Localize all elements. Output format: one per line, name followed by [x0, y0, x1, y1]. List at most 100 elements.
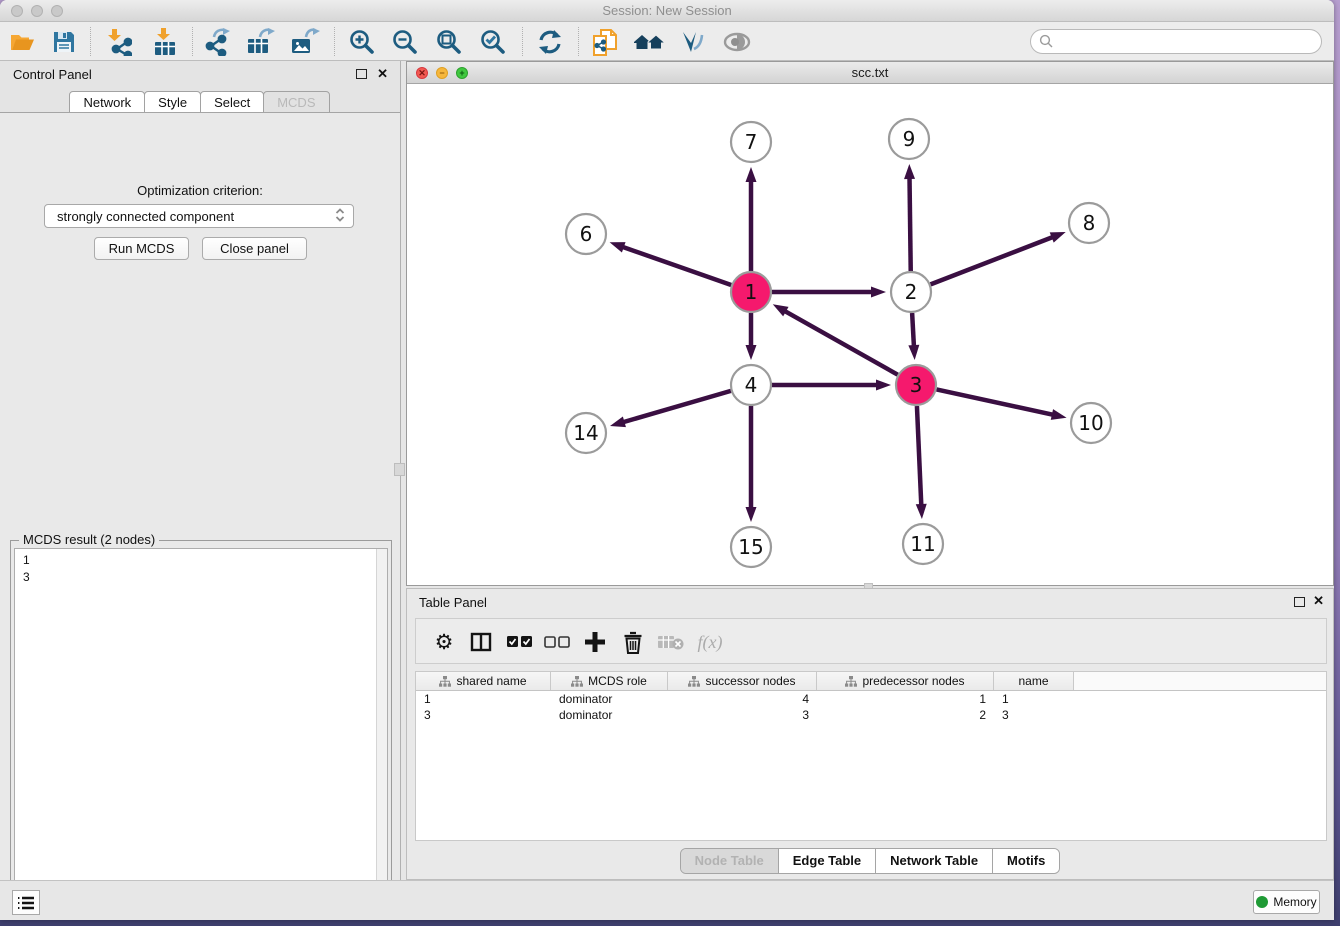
- save-session-button[interactable]: [47, 26, 81, 58]
- column-header-predecessor-nodes[interactable]: predecessor nodes: [817, 672, 994, 690]
- column-header-successor-nodes[interactable]: successor nodes: [668, 672, 817, 690]
- create-column-button[interactable]: [579, 626, 611, 658]
- home-button[interactable]: [632, 26, 666, 58]
- column-header-MCDS-role[interactable]: MCDS role: [551, 672, 668, 690]
- column-label: MCDS role: [588, 674, 647, 688]
- edge-3-10[interactable]: [937, 389, 1054, 414]
- vizmapper-icon: [679, 29, 705, 55]
- edge-2-9[interactable]: [909, 177, 910, 271]
- edge-1-6[interactable]: [622, 247, 731, 285]
- open-session-button[interactable]: [5, 26, 39, 58]
- cell-predecessor-nodes[interactable]: 1: [817, 691, 994, 707]
- tab-edge-table[interactable]: Edge Table: [778, 849, 875, 873]
- network-titlebar: ✕ − + scc.txt: [407, 62, 1333, 84]
- close-table-panel-icon[interactable]: ✕: [1313, 593, 1324, 609]
- tab-motifs[interactable]: Motifs: [992, 849, 1059, 873]
- network-canvas[interactable]: 7968124314101511: [407, 84, 1333, 585]
- search-input[interactable]: [1030, 29, 1322, 54]
- run-mcds-button[interactable]: Run MCDS: [94, 237, 189, 260]
- edge-4-14[interactable]: [622, 391, 730, 423]
- zoom-fit-icon: [436, 29, 462, 55]
- graph-node-label: 15: [738, 535, 763, 559]
- cell-name[interactable]: 1: [994, 691, 1074, 707]
- import-network-button[interactable]: [101, 26, 135, 58]
- import-table-button[interactable]: [148, 26, 182, 58]
- export-network-button[interactable]: [201, 26, 235, 58]
- cell-name[interactable]: 3: [994, 707, 1074, 723]
- toolbar-separator: [522, 27, 523, 56]
- toolbar-separator: [334, 27, 335, 56]
- float-panel-icon[interactable]: [356, 69, 367, 79]
- close-panel-button[interactable]: Close panel: [202, 237, 307, 260]
- mcds-result-list[interactable]: 1 3: [14, 548, 388, 914]
- vertical-splitter-handle[interactable]: [394, 463, 405, 476]
- edge-3-1[interactable]: [784, 311, 898, 375]
- table-row[interactable]: 1dominator411: [416, 691, 1326, 707]
- edge-arrowhead: [773, 304, 789, 316]
- edge-arrowhead: [908, 345, 919, 360]
- cell-shared-name[interactable]: 1: [416, 691, 551, 707]
- export-image-button[interactable]: [288, 26, 322, 58]
- graph-node-label: 9: [903, 127, 916, 151]
- zoom-in-button[interactable]: [345, 26, 379, 58]
- column-tree-icon: [845, 676, 857, 687]
- delete-columns-button[interactable]: [617, 626, 649, 658]
- cell-successor-nodes[interactable]: 3: [668, 707, 817, 723]
- edge-2-3[interactable]: [912, 313, 914, 347]
- tab-node-table[interactable]: Node Table: [681, 849, 778, 873]
- search-icon: [1039, 34, 1054, 49]
- zoom-selected-button[interactable]: [476, 26, 510, 58]
- column-header-shared-name[interactable]: shared name: [416, 672, 551, 690]
- float-table-panel-icon[interactable]: [1294, 597, 1305, 607]
- edge-arrowhead: [746, 167, 757, 182]
- function-builder-button[interactable]: f(x): [694, 626, 726, 658]
- node-table: shared name MCDS role successor nodes prede…: [415, 671, 1327, 841]
- table-options-button[interactable]: ⚙: [428, 626, 460, 658]
- open-in-cybrowser-button[interactable]: [588, 26, 622, 58]
- column-visibility-button[interactable]: [465, 626, 497, 658]
- refresh-button[interactable]: [533, 26, 567, 58]
- column-label: predecessor nodes: [862, 674, 964, 688]
- show-hide-button[interactable]: [720, 26, 754, 58]
- fx-icon: f(x): [698, 632, 723, 653]
- criterion-value: strongly connected component: [57, 209, 234, 224]
- unchecked-boxes-icon: [544, 636, 570, 648]
- column-label: shared name: [456, 674, 526, 688]
- edge-arrowhead: [1051, 409, 1067, 420]
- task-history-button[interactable]: [12, 890, 40, 915]
- tab-network-table[interactable]: Network Table: [875, 849, 992, 873]
- cell-predecessor-nodes[interactable]: 2: [817, 707, 994, 723]
- mcds-result-title: MCDS result (2 nodes): [19, 532, 159, 547]
- export-table-button[interactable]: [244, 26, 278, 58]
- edge-arrowhead: [610, 417, 626, 428]
- export-table-icon: [246, 28, 276, 56]
- edge-2-8[interactable]: [931, 237, 1054, 285]
- network-graph[interactable]: 7968124314101511: [407, 84, 1333, 586]
- column-header-name[interactable]: name: [994, 672, 1074, 690]
- zoom-fit-button[interactable]: [432, 26, 466, 58]
- graph-node-label: 1: [745, 280, 758, 304]
- close-panel-icon[interactable]: ✕: [377, 66, 388, 82]
- graph-node-label: 6: [580, 222, 593, 246]
- select-all-rows-button[interactable]: [504, 626, 536, 658]
- cell-MCDS-role[interactable]: dominator: [551, 691, 668, 707]
- edge-3-11[interactable]: [917, 406, 921, 506]
- column-header-filler: [1074, 672, 1326, 690]
- criterion-select[interactable]: strongly connected component: [44, 204, 354, 228]
- result-scrollbar[interactable]: [376, 549, 387, 913]
- vizmapper-button[interactable]: [675, 26, 709, 58]
- control-panel-header: Control Panel ✕: [0, 61, 400, 87]
- table-row[interactable]: 3dominator323: [416, 707, 1326, 723]
- cell-shared-name[interactable]: 3: [416, 707, 551, 723]
- cell-MCDS-role[interactable]: dominator: [551, 707, 668, 723]
- zoom-selected-icon: [480, 29, 506, 55]
- delete-table-button[interactable]: [655, 626, 687, 658]
- memory-button[interactable]: Memory: [1253, 890, 1320, 914]
- export-network-icon: [204, 28, 232, 56]
- trash-icon: [623, 631, 643, 654]
- zoom-out-icon: [392, 29, 418, 55]
- delete-table-icon: [658, 634, 684, 650]
- deselect-all-rows-button[interactable]: [541, 626, 573, 658]
- cell-successor-nodes[interactable]: 4: [668, 691, 817, 707]
- zoom-out-button[interactable]: [388, 26, 422, 58]
